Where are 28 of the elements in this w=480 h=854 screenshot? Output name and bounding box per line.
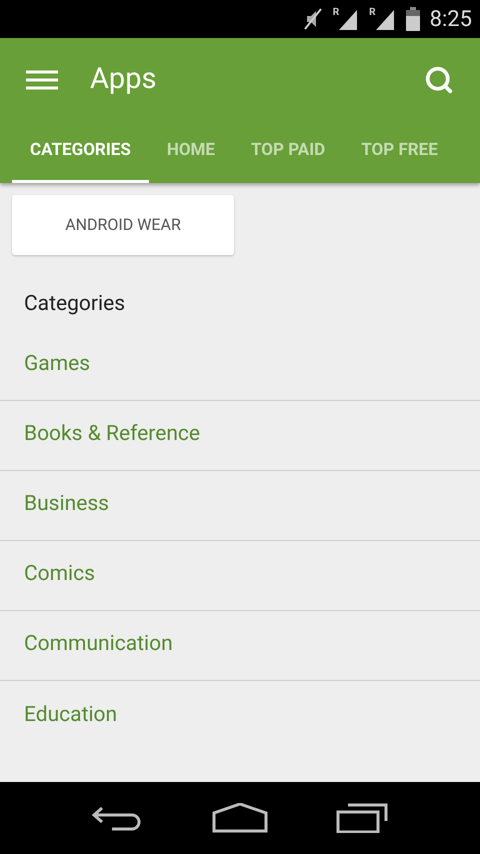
section-heading: Categories <box>24 292 126 316</box>
menu-button[interactable] <box>26 69 58 91</box>
recent-apps-icon <box>336 803 388 833</box>
signal-icon <box>339 8 360 30</box>
home-icon <box>212 803 268 833</box>
menu-icon <box>26 69 58 91</box>
toolbar-title: Apps <box>90 61 156 98</box>
category-link[interactable]: Business <box>24 489 110 521</box>
category-chip[interactable]: ANDROID WEAR <box>12 195 234 255</box>
category-link[interactable]: Communication <box>24 629 173 661</box>
muted-speaker-icon <box>302 7 323 31</box>
tab[interactable]: TOP FREE <box>343 122 456 183</box>
search-button[interactable] <box>424 65 454 95</box>
tab[interactable]: TOP PAID <box>233 122 344 183</box>
tab[interactable]: CATEGORIES <box>12 122 149 183</box>
clock: 8:25 <box>430 6 472 34</box>
roaming-label: R <box>332 8 340 18</box>
category-link[interactable]: Education <box>24 700 118 732</box>
recent-apps-button[interactable] <box>336 803 388 833</box>
battery-icon <box>406 7 420 31</box>
tab[interactable]: HOME <box>148 122 233 183</box>
category-link[interactable]: Games <box>24 349 90 381</box>
category-link[interactable]: Comics <box>24 559 95 591</box>
roaming-label: R <box>369 8 376 18</box>
signal-icon <box>376 8 396 30</box>
search-icon <box>424 65 454 95</box>
home-button[interactable] <box>212 803 268 833</box>
category-link[interactable]: Books & Reference <box>24 419 200 451</box>
